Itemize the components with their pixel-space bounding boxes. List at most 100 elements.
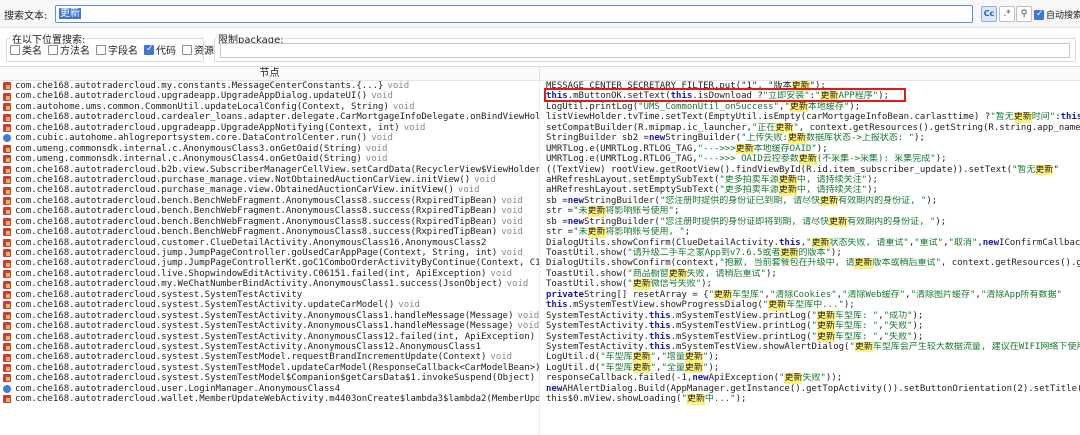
code-line[interactable]: ToastUtil.show("请升级二手车之家App到v7.6.5或者 更新 的版…	[540, 248, 1080, 259]
scope-checkbox[interactable]	[182, 44, 192, 55]
match-highlight: 更新	[816, 310, 835, 322]
code-line[interactable]: UMRTLog.e(UMRTLog.RTLOG_TAG, "--->>> OAI…	[540, 154, 1080, 165]
code-line[interactable]: sb = new StringBuilder("您注册时提供的身份证已到期, 请…	[540, 195, 1080, 207]
result-row[interactable]: com.che168.autotradercloud.purchase_mana…	[0, 175, 539, 185]
code-segment: DialogUtils.showConfirm(context,	[546, 258, 720, 269]
match-highlight: 更新	[798, 154, 817, 165]
result-row[interactable]: com.che168.autotradercloud.my.constants.…	[0, 81, 539, 91]
result-row[interactable]: com.umeng.commonsdk.internal.c.Anonymous…	[0, 154, 539, 164]
code-line[interactable]: SystemTestActivity. this .mSystemTestView.…	[540, 321, 1080, 332]
result-row[interactable]: com.che168.autotradercloud.bench.BenchWe…	[0, 206, 539, 216]
code-line[interactable]: aHRefreshLayout.setEmptySubText("更多拍卖车源更…	[540, 185, 1080, 196]
node-text: com.che168.autotradercloud.jump.JumpPage…	[15, 258, 539, 269]
code-segment: "未	[573, 227, 588, 238]
result-row[interactable]: com.che168.autotradercloud.b2b.view.Subs…	[0, 165, 539, 175]
method-icon	[3, 165, 11, 174]
code-line[interactable]: private String[] resetArray = {" 更新 车型库", …	[540, 289, 1080, 301]
scope-checkbox[interactable]	[144, 44, 154, 55]
result-row[interactable]: com.che168.autotradercloud.cardealer_loa…	[0, 112, 539, 122]
result-row[interactable]: com.che168.autotradercloud.systest.Syste…	[0, 363, 539, 373]
result-row[interactable]: com.che168.autotradercloud.customer.Clue…	[0, 238, 539, 248]
scope-option[interactable]: 字段名	[96, 42, 138, 57]
result-row[interactable]: com.che168.autotradercloud.systest.Syste…	[0, 352, 539, 362]
regex-button[interactable]: .*	[999, 6, 1015, 22]
code-line[interactable]: sb = new StringBuilder("您注册时提供的身份证即将到期, …	[540, 216, 1080, 228]
method-icon	[3, 207, 11, 216]
method-icon	[3, 123, 11, 132]
result-row[interactable]: com.che168.autotradercloud.systest.Syste…	[0, 373, 539, 383]
result-row[interactable]: com.che168.autotradercloud.user.LoginMan…	[0, 384, 539, 394]
code-line[interactable]: SystemTestActivity. this .mSystemTestView.…	[540, 341, 1080, 353]
result-row[interactable]: com.che168.autotradercloud.systest.Syste…	[0, 300, 539, 310]
node-column-header[interactable]: 节点	[0, 67, 540, 81]
result-row[interactable]: com.che168.autotradercloud.purchase_mana…	[0, 185, 539, 195]
code-line[interactable]: setCompatBuilder(R.mipmap.ic_launcher, "…	[540, 122, 1080, 134]
method-icon	[3, 290, 11, 299]
result-row[interactable]: com.che168.autotradercloud.upgradeapp.Up…	[0, 123, 539, 133]
node-text: com.che168.autotradercloud.wallet.Member…	[15, 394, 539, 405]
code-segment: "清除图片缓存"	[910, 289, 976, 300]
scope-option[interactable]: 类名	[10, 42, 42, 57]
result-row[interactable]: com.autohome.ums.common.CommonUtil.updat…	[0, 102, 539, 112]
scope-option[interactable]: 代码	[144, 42, 176, 57]
code-line[interactable]: str = "未 更新 将影响账号使用";	[540, 206, 1080, 217]
case-sensitive-button[interactable]: Cc	[981, 6, 997, 22]
match-highlight: 更新	[854, 258, 873, 269]
code-segment: new	[567, 195, 584, 206]
code-line[interactable]: LogUtil.printLog("UMS_CommonUtil_onSucce…	[540, 101, 1080, 113]
result-row[interactable]: com.che168.autotradercloud.systest.Syste…	[0, 290, 539, 300]
scope-checkbox[interactable]	[96, 44, 106, 55]
code-line[interactable]: DialogUtils.showConfirm(context, "抱歉, 当前…	[540, 258, 1080, 269]
pin-icon[interactable]: ⚲	[1016, 6, 1032, 22]
result-row[interactable]: com.che168.autotradercloud.systest.Syste…	[0, 332, 539, 342]
result-row[interactable]: com.che168.autotradercloud.my.WeChatNumb…	[0, 279, 539, 289]
code-line[interactable]: SystemTestActivity. this .mSystemTestView.…	[540, 310, 1080, 322]
result-row[interactable]: com.che168.autotradercloud.live.Shopwind…	[0, 269, 539, 279]
result-row[interactable]: com.umeng.commonsdk.internal.c.Anonymous…	[0, 144, 539, 154]
code-line[interactable]: this$0.mView.showLoading(" 更新 中...");	[540, 394, 1080, 405]
code-line[interactable]: SystemTestActivity. this .mSystemTestView.…	[540, 331, 1080, 342]
code-segment: StringBuilder sb2 =	[546, 133, 649, 144]
return-type: void	[501, 248, 523, 258]
code-line[interactable]: str = "未 更新 将影响账号使用, ";	[540, 227, 1080, 238]
result-row[interactable]: com.che168.autotradercloud.wallet.Member…	[0, 394, 539, 404]
code-line[interactable]: LogUtil.d("车型库 更新 ", "全量 更新 ");	[540, 362, 1080, 374]
scope-checkbox[interactable]	[48, 44, 58, 55]
scope-option[interactable]: 方法名	[48, 42, 90, 57]
code-line[interactable]: this .mSystemTestView.showProgressDialog(…	[540, 300, 1080, 311]
code-segment: "暂无	[990, 112, 1014, 123]
code-line[interactable]: UMRTLog.e(UMRTLog.RTLOG_TAG, "--->>> 更新本…	[540, 143, 1080, 155]
result-row[interactable]: com.che168.autotradercloud.systest.Syste…	[0, 321, 539, 331]
code-segment: private	[546, 289, 584, 300]
code-line[interactable]: StringBuilder sb2 = new StringBuilder("上…	[540, 133, 1080, 144]
search-input[interactable]: 更新	[55, 5, 973, 23]
auto-search-checkbox[interactable]	[1034, 9, 1044, 20]
auto-search-toggle[interactable]: 自动搜索	[1034, 8, 1080, 21]
result-row[interactable]: com.che168.autotradercloud.systest.Syste…	[0, 311, 539, 321]
code-line[interactable]: ((TextView) rootView.getRootView().findV…	[540, 164, 1080, 175]
code-line[interactable]: aHRefreshLayout.setEmptySubText("更多拍卖车源更…	[540, 174, 1080, 186]
code-line[interactable]: DialogUtils.showConfirm(ClueDetailActivi…	[540, 237, 1080, 248]
result-row[interactable]: com.che168.autotradercloud.upgradeapp.Up…	[0, 91, 539, 101]
code-line[interactable]: listViewHolder.tvTime.setText(EmptyUtil.…	[540, 112, 1080, 123]
result-row[interactable]: com.che168.autotradercloud.bench.BenchWe…	[0, 196, 539, 206]
result-row[interactable]: com.che168.autotradercloud.bench.BenchWe…	[0, 217, 539, 227]
result-row[interactable]: com.che168.autotradercloud.jump.JumpPage…	[0, 258, 539, 268]
result-row[interactable]: com.che168.autotradercloud.jump.JumpPage…	[0, 248, 539, 258]
code-line[interactable]: LogUtil.d("车型库 更新 ", "增量 更新 ");	[540, 352, 1080, 363]
scope-option[interactable]: 资源	[182, 42, 214, 57]
node-text: com.che168.autotradercloud.upgradeapp.Up…	[15, 91, 368, 102]
package-filter-input[interactable]	[220, 43, 1070, 58]
return-type: void	[371, 91, 393, 102]
code-segment: LogUtil.printLog(	[546, 101, 639, 112]
code-line[interactable]: ToastUtil.show("商品橱窗 更新 失败, 请稍后重试");	[540, 268, 1080, 280]
code-segment: ToastUtil.show(	[546, 268, 628, 279]
code-line[interactable]: new AHAlertDialog.Build(AppManager.getIn…	[540, 384, 1080, 394]
result-row[interactable]: com.che168.autotradercloud.bench.BenchWe…	[0, 227, 539, 237]
code-line[interactable]: responseCallback.failed(-1, new ApiExcep…	[540, 373, 1080, 384]
code-column-header[interactable]	[540, 67, 1080, 81]
code-line[interactable]: ToastUtil.show(" 更新 微信号失败");	[540, 279, 1080, 290]
result-row[interactable]: com.cubic.autohome.ahlogreportsystem.cor…	[0, 133, 539, 143]
result-row[interactable]: com.che168.autotradercloud.systest.Syste…	[0, 342, 539, 352]
scope-checkbox[interactable]	[10, 44, 20, 55]
